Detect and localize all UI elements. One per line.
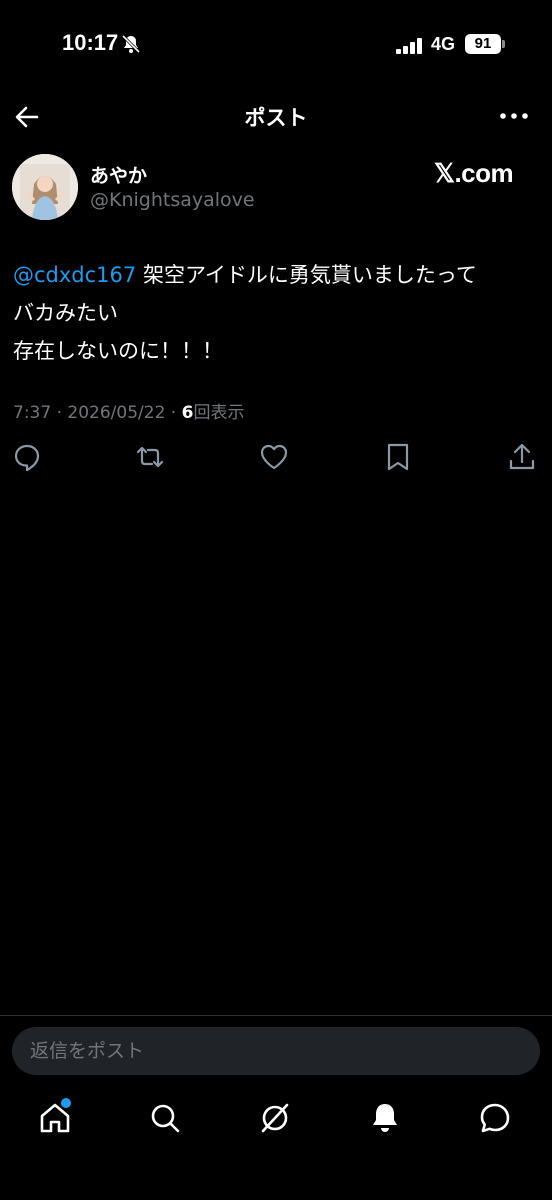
status-bar: 10:17 4G 91 — [0, 0, 552, 90]
mention-link[interactable]: @cdxdc167 — [13, 263, 136, 287]
reply-input[interactable]: 返信をポスト — [12, 1027, 540, 1075]
signal-icon — [396, 38, 422, 54]
views-label[interactable]: 回表示 — [193, 403, 244, 423]
post-line-2: バカみたい — [13, 301, 118, 325]
post-time: 7:37 — [13, 403, 52, 423]
bell-slash-icon — [121, 34, 141, 54]
like-icon[interactable] — [258, 441, 290, 473]
network-type: 4G — [431, 34, 456, 54]
messages-icon[interactable] — [477, 1100, 513, 1136]
views-count[interactable]: 6 — [182, 403, 194, 423]
post-line-3: 存在しないのに！！！ — [13, 339, 223, 363]
status-time: 10:17 — [62, 30, 119, 55]
meta-separator: · — [51, 403, 68, 423]
post-header: ポスト — [0, 90, 552, 142]
more-options-icon[interactable] — [498, 104, 530, 128]
post-line-1-text: 架空アイドルに勇気貰いましたって — [136, 263, 477, 287]
reply-divider — [0, 1015, 552, 1016]
meta-separator: · — [165, 403, 182, 423]
post-line-1: @cdxdc167 架空アイドルに勇気貰いましたって — [13, 256, 543, 294]
avatar-image — [12, 154, 78, 220]
author-handle[interactable]: @Knightsayalove — [90, 189, 255, 211]
repost-icon[interactable] — [134, 441, 166, 473]
battery-icon — [502, 40, 505, 48]
author-display-name[interactable]: あやか — [90, 161, 147, 188]
grok-icon[interactable] — [257, 1100, 293, 1136]
x-com-watermark: 𝕏.com — [434, 158, 514, 188]
page-title: ポスト — [244, 106, 308, 130]
home-unread-dot — [61, 1098, 71, 1108]
share-icon[interactable] — [506, 441, 538, 473]
search-icon[interactable] — [147, 1100, 183, 1136]
post-meta: 7:37 · 2026/05/22 · 6回表示 — [13, 398, 244, 423]
post-date: 2026/05/22 — [67, 403, 166, 423]
post-text: @cdxdc167 架空アイドルに勇気貰いましたって バカみたい 存在しないのに… — [13, 256, 543, 370]
avatar[interactable] — [12, 154, 78, 220]
battery-level: 91 — [465, 34, 501, 54]
bookmark-icon[interactable] — [382, 441, 414, 473]
notifications-icon[interactable] — [367, 1100, 403, 1136]
reply-icon[interactable] — [11, 441, 43, 473]
